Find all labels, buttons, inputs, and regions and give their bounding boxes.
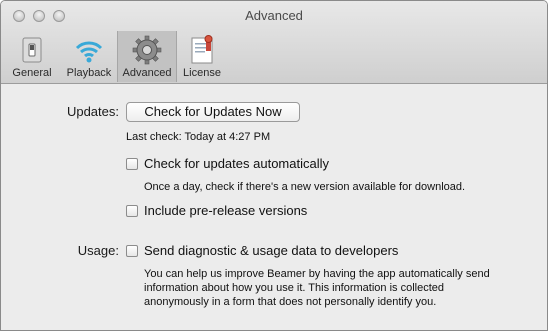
check-for-updates-button[interactable]: Check for Updates Now <box>126 102 300 122</box>
tab-advanced-label: Advanced <box>122 67 172 79</box>
diagnostic-description: You can help us improve Beamer by having… <box>144 267 490 309</box>
tab-license[interactable]: License <box>177 31 227 82</box>
diagnostic-label[interactable]: Send diagnostic & usage data to develope… <box>144 243 398 258</box>
preferences-window: Advanced General Playback Advanced Licen… <box>0 0 548 331</box>
advanced-pane: Updates: Check for Updates Now Last chec… <box>1 84 547 330</box>
last-check-text: Last check: Today at 4:27 PM <box>126 131 271 143</box>
auto-update-label[interactable]: Check for updates automatically <box>144 156 329 171</box>
diagnostic-description-line-1: You can help us improve Beamer by having… <box>144 268 490 280</box>
auto-update-checkbox[interactable] <box>126 158 138 170</box>
usage-section-label: Usage: <box>77 243 119 258</box>
tab-advanced[interactable]: Advanced <box>117 31 177 82</box>
tab-playback-label: Playback <box>66 67 112 79</box>
gear-icon <box>132 35 162 65</box>
wifi-icon <box>75 41 103 63</box>
tab-general-label: General <box>12 67 52 79</box>
toolbar: Advanced General Playback Advanced Licen… <box>1 1 547 84</box>
prerelease-checkbox[interactable] <box>126 205 138 217</box>
diagnostic-description-line-2: information about how you use it. This i… <box>144 282 445 294</box>
diagnostic-description-line-3: anonymously in a form that does not pers… <box>144 296 437 308</box>
diagnostic-checkbox[interactable] <box>126 245 138 257</box>
updates-section-label: Updates: <box>66 104 119 119</box>
tab-license-label: License <box>183 67 221 79</box>
tab-general[interactable]: General <box>7 31 57 82</box>
auto-update-description: Once a day, check if there's a new versi… <box>144 181 466 193</box>
tab-playback[interactable]: Playback <box>61 31 117 82</box>
window-title: Advanced <box>245 8 303 23</box>
switch-icon <box>22 37 42 63</box>
license-certificate-icon <box>191 35 213 64</box>
prerelease-label[interactable]: Include pre-release versions <box>144 203 307 218</box>
